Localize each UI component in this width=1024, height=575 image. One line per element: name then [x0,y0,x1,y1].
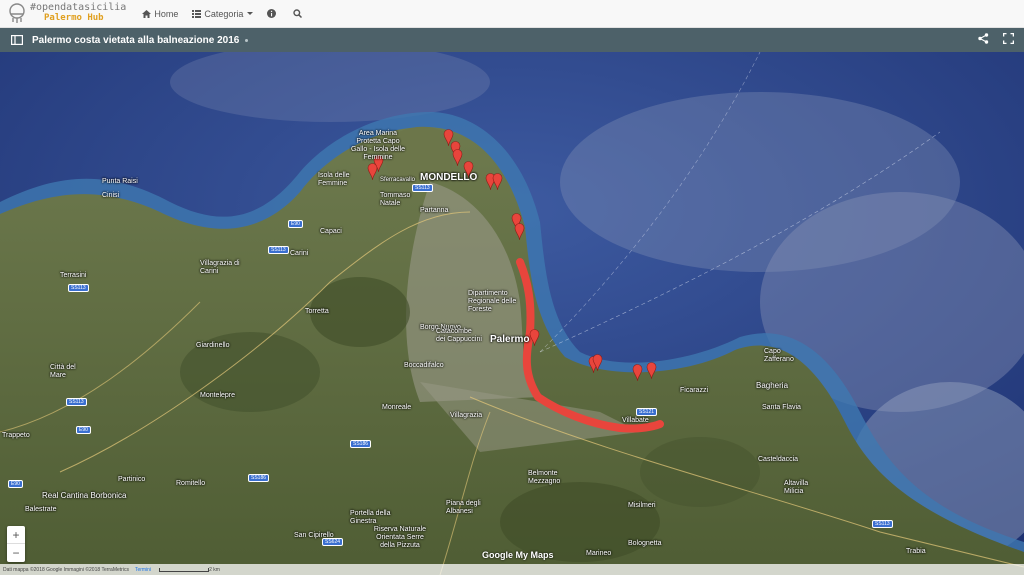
label-citta: Città del Mare [50,364,76,379]
map-marker[interactable] [452,149,463,167]
road-shield: SS113 [872,520,893,528]
road-shield: SS113 [68,284,89,292]
label-marineo: Marineo [586,550,612,557]
label-dipartimento: Dipartimento Regionale delle Foreste [468,290,517,313]
label-capo-zafferano: Capo Zafferano [764,348,794,363]
label-bolognetta: Bolognetta [628,540,662,547]
list-icon [192,9,202,18]
home-icon [142,9,152,18]
sidebar-toggle-icon[interactable] [11,35,23,45]
map-attribution: Dati mappa ©2018 Google Immagini ©2018 T… [0,564,1024,575]
label-giardinello: Giardinello [196,342,230,349]
road-shield: SS113 [412,184,433,192]
nav-info[interactable] [267,9,279,18]
brand-tagline: #opendatasicilia [30,1,127,13]
label-carini: Carini [290,250,309,257]
label-boccadifalco: Boccadifalco [404,362,444,369]
scale-label: 2 km [209,566,220,573]
nav-category-dropdown[interactable]: Categoria [192,8,254,19]
label-santaflavia: Santa Flavia [762,404,801,411]
road-shield: SS186 [248,474,270,482]
label-partanna: Partanna [420,207,449,214]
label-realcantina: Real Cantina Borbonica [42,491,127,500]
fullscreen-icon[interactable] [1003,33,1014,44]
terms-link[interactable]: Termini [135,567,151,573]
map-marker[interactable] [492,173,503,191]
road-shield: E90 [8,480,23,488]
nav-home-label: Home [154,8,179,19]
label-casteldaccia: Casteldaccia [758,456,799,463]
label-mondello: MONDELLO [420,172,478,183]
label-torretta: Torretta [305,308,329,315]
label-amp: Area Marina Protetta Capo Gallo - Isola … [350,130,406,161]
map-marker[interactable] [646,362,657,380]
label-romitello: Romitello [176,480,206,487]
attribution-text: Dati mappa ©2018 Google Immagini ©2018 T… [3,566,129,573]
brand-name: Palermo Hub [44,12,104,23]
map-title: Palermo costa vietata alla balneazione 2… [32,34,240,46]
label-tommaso: Tommaso Natale [380,192,411,207]
label-trappeto: Trappeto [2,432,30,439]
share-icon[interactable] [978,33,989,44]
label-misilmeri: Misilmeri [628,502,656,509]
map-header-bar: Palermo costa vietata alla balneazione 2… [0,28,1024,52]
road-shield: SS113 [66,398,87,406]
label-belmonte: Belmonte Mezzagno [528,470,561,485]
map-marker[interactable] [514,223,525,241]
road-shield: SS624 [322,538,344,546]
scale-bar-line [159,567,210,572]
chevron-down-icon [247,12,254,15]
scale-bar: 2 km [157,567,220,573]
brand[interactable]: #opendatasicilia Palermo Hub [0,0,126,28]
road-shield: E90 [76,426,91,434]
label-montelepre: Montelepre [200,392,236,399]
zoom-out-button[interactable]: − [7,544,25,562]
label-villabate: Villabate [622,417,649,424]
label-catacombe: Catacombe dei Cappuccini [436,328,482,343]
label-balestrate: Balestrate [25,506,57,513]
nav-category-label: Categoria [204,8,244,19]
label-riserva: Riserva Naturale Orientata Serre della P… [373,526,427,549]
google-my-maps-logo[interactable]: Google My Maps [482,550,554,560]
nav-search[interactable] [293,9,305,18]
label-bagheria: Bagheria [756,381,789,390]
label-trabia: Trabia [906,548,926,555]
label-villagrazia: Villagrazia di Carini [200,260,240,275]
label-altavilla: Altavilla Milicia [784,480,809,495]
label-cinisi: Cinisi [102,192,120,199]
label-ficarazzi: Ficarazzi [680,387,709,394]
label-palermo: Palermo [490,334,530,345]
road-shield: SS121 [636,408,658,416]
zoom-control: + − [7,526,25,562]
title-separator-dot [245,38,249,42]
map-marker[interactable] [367,163,378,181]
road-shield: E90 [288,220,303,228]
nav-home[interactable]: Home [142,9,178,19]
label-punta-raisi: Punta Raisi [102,178,138,185]
zoom-in-button[interactable]: + [7,526,25,544]
info-icon [267,9,277,18]
label-piana: Piana degli Albanesi [446,500,481,515]
label-isola: Isola delle Femmine [318,172,350,187]
search-icon [293,9,303,18]
label-portella: Portella della Ginestra [350,510,391,525]
map-marker[interactable] [529,329,540,347]
map-marker[interactable] [632,364,643,382]
label-villagrazia2: Villagrazia [450,412,483,419]
label-capaci: Capaci [320,228,342,235]
label-partinico: Partinico [118,476,146,483]
label-monreale: Monreale [382,404,412,411]
label-terrasini: Terrasini [60,272,87,279]
label-sferracavallo: Sferracavallo [380,177,416,183]
satellite-map[interactable]: Area Marina Protetta Capo Gallo - Isola … [0,52,1024,575]
opendata-logo-icon [9,2,25,23]
top-navbar: #opendatasicilia Palermo Hub Home Catego… [0,0,1024,28]
road-shield: SS113 [268,246,289,254]
road-shield: SS186 [350,440,372,448]
